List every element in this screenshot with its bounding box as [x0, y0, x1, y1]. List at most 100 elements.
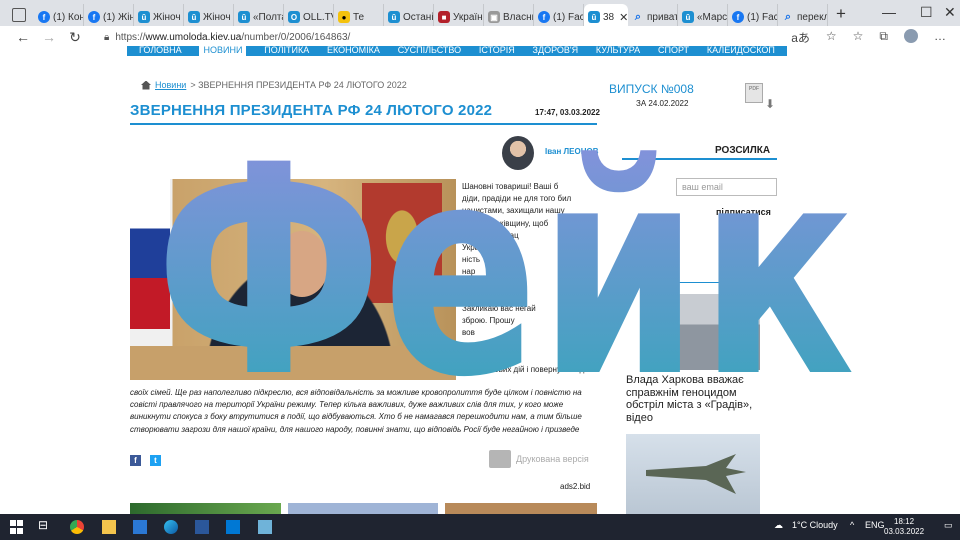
- umoloda-icon: ū: [238, 11, 250, 23]
- title-divider: [130, 123, 597, 125]
- umoloda-icon: ū: [188, 11, 200, 23]
- grey-icon: ▣: [488, 11, 500, 23]
- tab-label: Україн: [453, 11, 483, 23]
- taskbar: ⊟ ☁ 1°C Cloudy ^ ENG 18:12 03.03.2022 ▭: [0, 514, 960, 540]
- refresh-icon[interactable]: ↻: [62, 29, 88, 46]
- lock-icon: 🔒︎: [104, 31, 110, 43]
- site-nav: ГОЛОВНА НОВИНИ ПОЛІТИКА ЕКОНОМІКА СУСПІЛЬСТВ…: [127, 46, 787, 56]
- collections-icon[interactable]: ⧉: [879, 29, 888, 46]
- facebook-icon: f: [538, 11, 550, 23]
- nav-item[interactable]: КАЛЕЙДОСКОП: [707, 46, 775, 56]
- back-icon[interactable]: ←: [10, 29, 36, 45]
- issue-number[interactable]: ВИПУСК №008: [609, 82, 694, 96]
- nav-item[interactable]: ГОЛОВНА: [139, 46, 182, 56]
- tab-label: переклі: [797, 11, 827, 23]
- tab-label: «Полта: [253, 11, 284, 23]
- url-domain: www.umoloda.kiev.ua: [145, 31, 242, 43]
- nav-item[interactable]: ЗДОРОВ'Я: [533, 46, 579, 56]
- download-arrow-icon[interactable]: ⬇: [765, 97, 775, 111]
- facebook-icon: f: [38, 11, 50, 23]
- task-view-icon[interactable]: ⊟: [38, 518, 52, 532]
- fake-text: Фейк: [155, 140, 855, 390]
- umoloda-icon: ū: [138, 11, 150, 23]
- ads-label: ads2.bid: [560, 482, 591, 491]
- mail-icon[interactable]: [226, 520, 240, 534]
- breadcrumb-news-link[interactable]: Новини: [155, 80, 186, 90]
- article-datetime: 17:47, 03.03.2022: [535, 108, 600, 117]
- yellow-icon: ●: [338, 11, 350, 23]
- facebook-share-icon[interactable]: f: [130, 455, 141, 466]
- facebook-icon: f: [732, 11, 744, 23]
- nav-item[interactable]: КУЛЬТУРА: [596, 46, 640, 56]
- store-icon[interactable]: [133, 520, 147, 534]
- pdf-icon[interactable]: PDF: [745, 83, 763, 103]
- minimize-icon[interactable]: —: [882, 4, 896, 20]
- tab-label: Власни: [503, 11, 534, 23]
- url-path: /number/0/2006/164863/: [241, 31, 351, 43]
- nav-item[interactable]: СУСПІЛЬСТВО: [398, 46, 461, 56]
- window-menu-icon[interactable]: [12, 8, 26, 22]
- address-bar[interactable]: 🔒︎ https://www.umoloda.kiev.ua/number/0/…: [104, 29, 824, 45]
- new-tab-icon[interactable]: +: [836, 4, 846, 24]
- facebook-icon: f: [88, 11, 100, 23]
- weather-icon[interactable]: ☁: [774, 520, 783, 531]
- printer-icon[interactable]: [489, 450, 511, 468]
- url-prefix: https://: [115, 31, 146, 43]
- nav-item[interactable]: ЕКОНОМІКА: [327, 46, 380, 56]
- tab-close-icon[interactable]: ✕: [619, 11, 628, 24]
- news-thumb-jet[interactable]: [626, 434, 760, 516]
- tab-label: «Марс: [697, 11, 728, 23]
- fake-overlay: Фейк: [150, 104, 860, 441]
- home-icon[interactable]: [141, 80, 151, 90]
- read-aloud-icon[interactable]: aあ: [791, 29, 810, 46]
- search-icon: ⌕: [634, 10, 642, 23]
- twitter-share-icon[interactable]: t: [150, 455, 161, 466]
- red-icon: ■: [438, 11, 450, 23]
- nav-item[interactable]: ІСТОРІЯ: [479, 46, 515, 56]
- nav-item[interactable]: СПОРТ: [658, 46, 689, 56]
- maximize-icon[interactable]: ☐: [920, 4, 933, 21]
- address-row: ← → ↻ 🔒︎ https://www.umoloda.kiev.ua/num…: [0, 26, 960, 48]
- notifications-icon[interactable]: ▭: [944, 520, 953, 531]
- tab-label: (1) Face: [553, 11, 583, 23]
- oll-icon: O: [288, 11, 300, 23]
- favorites-bar-icon[interactable]: ☆: [853, 29, 864, 46]
- article-body: своїх сімей. Ще раз наполегливо підкресл…: [130, 388, 582, 434]
- word-icon[interactable]: [195, 520, 209, 534]
- start-icon[interactable]: [10, 520, 24, 534]
- tab-label: Остані: [403, 11, 434, 23]
- forward-icon[interactable]: →: [36, 29, 62, 45]
- tab-label: (1) Face: [747, 11, 777, 23]
- nav-item[interactable]: НОВИНИ: [199, 46, 247, 56]
- tab-label: Те: [353, 11, 365, 23]
- print-version-link[interactable]: Друкована версія: [516, 454, 589, 464]
- tab-label: (1) Жін: [103, 11, 134, 23]
- edge-icon[interactable]: [164, 520, 178, 534]
- nav-item[interactable]: ПОЛІТИКА: [264, 46, 309, 56]
- tray-expand-icon[interactable]: ^: [850, 520, 854, 530]
- favorite-star-icon[interactable]: ☆: [826, 29, 837, 46]
- breadcrumb: Новини > ЗВЕРНЕННЯ ПРЕЗИДЕНТА РФ 24 ЛЮТО…: [141, 80, 407, 90]
- chrome-icon[interactable]: [70, 520, 84, 534]
- umoloda-icon: ū: [682, 11, 694, 23]
- tab-label: (1) Кон: [53, 11, 84, 23]
- clock[interactable]: 18:12 03.03.2022: [884, 517, 924, 537]
- clock-date: 03.03.2022: [884, 527, 925, 536]
- weather-text[interactable]: 1°C Cloudy: [792, 520, 838, 530]
- profile-avatar[interactable]: [904, 29, 918, 43]
- tab-label: Жіноч: [153, 11, 181, 23]
- language-indicator[interactable]: ENG: [865, 520, 885, 530]
- tab-label: привать: [647, 11, 677, 23]
- umoloda-icon: ū: [588, 11, 600, 23]
- umoloda-icon: ū: [388, 11, 400, 23]
- breadcrumb-current: > ЗВЕРНЕННЯ ПРЕЗИДЕНТА РФ 24 ЛЮТОГО 2022: [190, 80, 407, 90]
- close-window-icon[interactable]: ✕: [944, 4, 956, 21]
- jet-shape: [646, 454, 746, 494]
- tab-label: 38: [603, 11, 615, 23]
- app-icon[interactable]: [258, 520, 272, 534]
- tab-label: OLL.TV: [303, 11, 333, 23]
- article-title: ЗВЕРНЕННЯ ПРЕЗИДЕНТА РФ 24 ЛЮТОГО 2022: [130, 102, 493, 119]
- search-icon: ⌕: [784, 10, 792, 23]
- file-explorer-icon[interactable]: [102, 520, 116, 534]
- more-menu-icon[interactable]: …: [934, 29, 946, 46]
